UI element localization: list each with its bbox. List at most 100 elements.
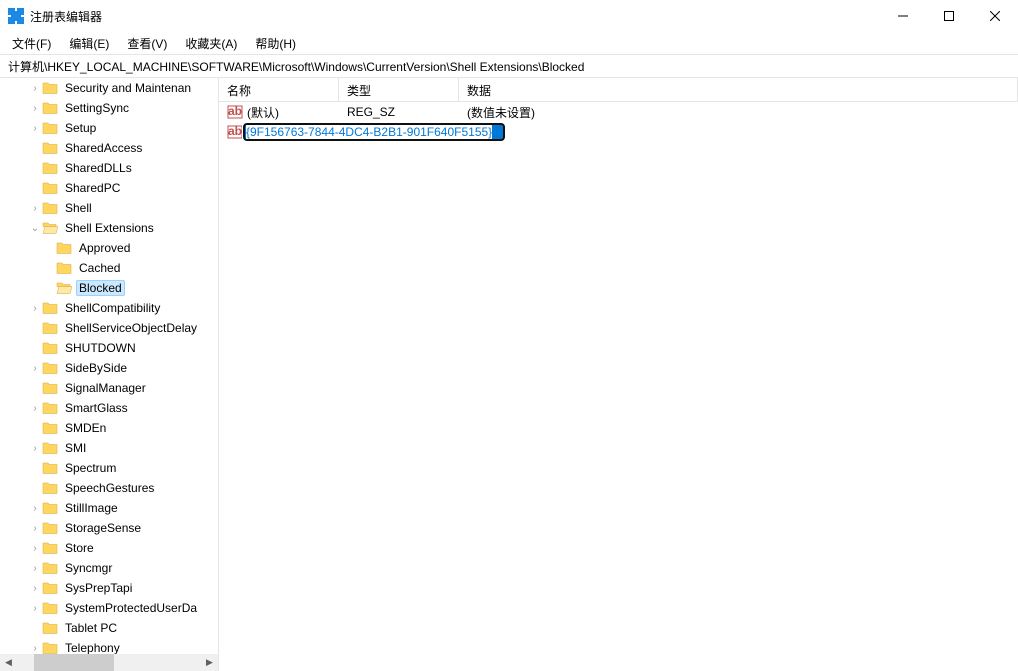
window-controls [880, 0, 1018, 32]
column-header-data[interactable]: 数据 [459, 78, 1018, 101]
tree-label: Store [62, 540, 97, 556]
tree-node[interactable]: › Shell [0, 198, 218, 218]
tree-node[interactable]: ›SysPrepTapi [0, 578, 218, 598]
tree-node[interactable]: › Store [0, 538, 218, 558]
tree-label: StorageSense [62, 520, 144, 536]
tree-pane[interactable]: ›Security and Maintenan›SettingSync›Setu… [0, 78, 219, 671]
tree-label: Shell [62, 200, 95, 216]
chevron-right-icon[interactable]: › [28, 583, 42, 594]
tree-node[interactable]: ›Approved [0, 238, 218, 258]
menubar: 文件(F)编辑(E)查看(V)收藏夹(A)帮助(H) [0, 32, 1018, 54]
menu-item[interactable]: 帮助(H) [247, 33, 304, 54]
folder-icon [42, 360, 58, 376]
menu-item[interactable]: 文件(F) [4, 33, 59, 54]
close-button[interactable] [972, 0, 1018, 32]
tree-node[interactable]: ›ShellCompatibility [0, 298, 218, 318]
tree-node[interactable]: ›SharedPC [0, 178, 218, 198]
chevron-right-icon[interactable]: › [28, 203, 42, 214]
menu-item[interactable]: 收藏夹(A) [177, 33, 245, 54]
list-pane: 名称 类型 数据 (默认)REG_SZ(数值未设置) [219, 78, 1018, 671]
scrollbar-thumb[interactable] [34, 654, 114, 671]
tree-node[interactable]: ›Blocked [0, 278, 218, 298]
chevron-right-icon[interactable]: › [28, 303, 42, 314]
chevron-right-icon[interactable]: › [28, 603, 42, 614]
folder-open-icon [42, 220, 58, 236]
tree-node[interactable]: ›Syncmgr [0, 558, 218, 578]
tree-node[interactable]: ›SmartGlass [0, 398, 218, 418]
tree-node[interactable]: ⌄Shell Extensions [0, 218, 218, 238]
maximize-button[interactable] [926, 0, 972, 32]
tree-node[interactable]: › StorageSense [0, 518, 218, 538]
chevron-right-icon[interactable]: › [28, 403, 42, 414]
folder-icon [42, 380, 58, 396]
column-header-type[interactable]: 类型 [339, 78, 459, 101]
list-row[interactable]: (默认)REG_SZ(数值未设置) [219, 102, 1018, 122]
chevron-right-icon[interactable]: › [28, 443, 42, 454]
tree-node[interactable]: ›Tablet PC [0, 618, 218, 638]
tree-node[interactable]: › Setup [0, 118, 218, 138]
minimize-icon [898, 11, 908, 21]
folder-icon [42, 140, 58, 156]
tree-node[interactable]: ›SHUTDOWN [0, 338, 218, 358]
tree-label: StillImage [62, 500, 121, 516]
tree-label: Blocked [76, 280, 125, 296]
chevron-right-icon[interactable]: › [28, 563, 42, 574]
folder-icon [42, 480, 58, 496]
tree-label: Cached [76, 260, 123, 276]
tree-node[interactable]: ›SignalManager [0, 378, 218, 398]
cell-name: (默认) [219, 104, 339, 121]
folder-icon [42, 180, 58, 196]
tree-node[interactable]: ›SMDEn [0, 418, 218, 438]
chevron-right-icon[interactable]: › [28, 103, 42, 114]
chevron-right-icon[interactable]: › [28, 83, 42, 94]
chevron-down-icon[interactable]: ⌄ [28, 223, 42, 234]
tree-node[interactable]: ›Spectrum [0, 458, 218, 478]
list-body[interactable]: (默认)REG_SZ(数值未设置) [219, 102, 1018, 671]
tree-node[interactable]: ›ShellServiceObjectDelay [0, 318, 218, 338]
chevron-right-icon[interactable]: › [28, 363, 42, 374]
string-value-icon [227, 124, 243, 140]
folder-icon [42, 600, 58, 616]
menu-item[interactable]: 编辑(E) [61, 33, 117, 54]
folder-icon [42, 120, 58, 136]
tree-node[interactable]: ›SMI [0, 438, 218, 458]
folder-icon [42, 160, 58, 176]
tree-node[interactable]: ›SharedAccess [0, 138, 218, 158]
folder-icon [42, 200, 58, 216]
tree-label: SharedAccess [62, 140, 145, 156]
scroll-left-arrow-icon[interactable]: ◀ [0, 654, 17, 671]
tree-label: SignalManager [62, 380, 149, 396]
tree-node[interactable]: › StillImage [0, 498, 218, 518]
tree-node[interactable]: ›SideBySide [0, 358, 218, 378]
tree-label: ShellServiceObjectDelay [62, 320, 200, 336]
tree-label: SharedDLLs [62, 160, 135, 176]
tree-node[interactable]: ›SystemProtectedUserDa [0, 598, 218, 618]
horizontal-scrollbar[interactable]: ◀ ▶ [0, 654, 218, 671]
content-area: ›Security and Maintenan›SettingSync›Setu… [0, 78, 1018, 671]
addressbar[interactable]: 计算机\HKEY_LOCAL_MACHINE\SOFTWARE\Microsof… [0, 54, 1018, 78]
cell-data: (数值未设置) [459, 104, 1018, 121]
list-row-editing[interactable] [219, 122, 1018, 142]
scroll-right-arrow-icon[interactable]: ▶ [201, 654, 218, 671]
chevron-right-icon[interactable]: › [28, 643, 42, 654]
tree-node[interactable]: ›Security and Maintenan [0, 78, 218, 98]
minimize-button[interactable] [880, 0, 926, 32]
chevron-right-icon[interactable]: › [28, 543, 42, 554]
tree-node[interactable]: ›SpeechGestures [0, 478, 218, 498]
tree-node[interactable]: ›Cached [0, 258, 218, 278]
column-header-name[interactable]: 名称 [219, 78, 339, 101]
tree-label: SpeechGestures [62, 480, 157, 496]
menu-item[interactable]: 查看(V) [119, 33, 175, 54]
chevron-right-icon[interactable]: › [28, 523, 42, 534]
value-name-input[interactable] [243, 123, 505, 141]
folder-icon [42, 500, 58, 516]
titlebar-left: 注册表编辑器 [8, 8, 102, 25]
chevron-right-icon[interactable]: › [28, 503, 42, 514]
tree-label: Tablet PC [62, 620, 120, 636]
tree-label: SMDEn [62, 420, 109, 436]
tree-node[interactable]: ›SharedDLLs [0, 158, 218, 178]
tree-label: Setup [62, 120, 99, 136]
tree-node[interactable]: ›SettingSync [0, 98, 218, 118]
folder-icon [42, 340, 58, 356]
chevron-right-icon[interactable]: › [28, 123, 42, 134]
